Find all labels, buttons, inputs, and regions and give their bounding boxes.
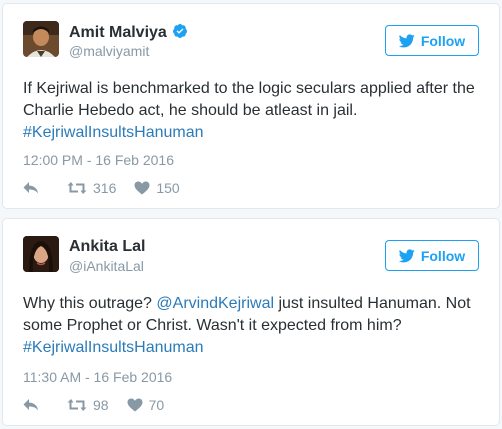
like-count: 150	[156, 180, 180, 196]
tweet-actions: 316 150	[23, 180, 198, 196]
reply-button[interactable]	[23, 181, 45, 195]
follow-button[interactable]: Follow	[385, 240, 479, 271]
twitter-bird-icon	[398, 33, 415, 47]
heart-icon	[134, 181, 150, 195]
avatar[interactable]	[23, 236, 59, 272]
mention-link[interactable]: @ArvindKejriwal	[156, 295, 274, 312]
like-button[interactable]: 70	[127, 397, 165, 413]
retweet-icon	[67, 399, 87, 411]
user-name[interactable]: Ankita Lal	[69, 238, 145, 256]
user-handle[interactable]: @malviyamit	[69, 43, 149, 59]
reply-button[interactable]	[23, 398, 45, 412]
like-button[interactable]: 150	[134, 180, 180, 196]
user-handle[interactable]: @iAnkitaLal	[69, 258, 144, 274]
heart-icon	[127, 398, 143, 412]
retweet-button[interactable]: 316	[67, 180, 116, 196]
like-count: 70	[148, 397, 165, 413]
tweet-card: Ankita Lal @iAnkitaLal Follow Why this o…	[2, 218, 500, 426]
tweet-timestamp[interactable]: 12:00 PM - 16 Feb 2016	[23, 152, 174, 168]
verified-badge-icon	[172, 24, 187, 38]
avatar[interactable]	[23, 21, 59, 57]
retweet-count: 316	[93, 180, 117, 196]
tweet-text: Why this outrage? @ArvindKejriwal just i…	[23, 295, 471, 356]
twitter-bird-icon	[398, 248, 415, 262]
retweet-count: 98	[93, 397, 109, 413]
tweet-timestamp[interactable]: 11:30 AM - 16 Feb 2016	[23, 369, 172, 385]
user-name[interactable]: Amit Malviya	[69, 23, 188, 42]
reply-icon	[23, 399, 38, 411]
tweet-actions: 98 70	[23, 397, 182, 413]
reply-icon	[23, 182, 38, 194]
hashtag-link[interactable]: #KejriwalInsultsHanuman	[23, 124, 204, 141]
retweet-button[interactable]: 98	[67, 397, 109, 413]
retweet-icon	[67, 182, 87, 194]
hashtag-link[interactable]: #KejriwalInsultsHanuman	[23, 339, 204, 356]
tweet-card: Amit Malviya @malviyamit Follow If Kejri…	[2, 3, 500, 209]
follow-button[interactable]: Follow	[385, 25, 479, 56]
tweet-text: If Kejriwal is benchmarked to the logic …	[23, 80, 475, 141]
